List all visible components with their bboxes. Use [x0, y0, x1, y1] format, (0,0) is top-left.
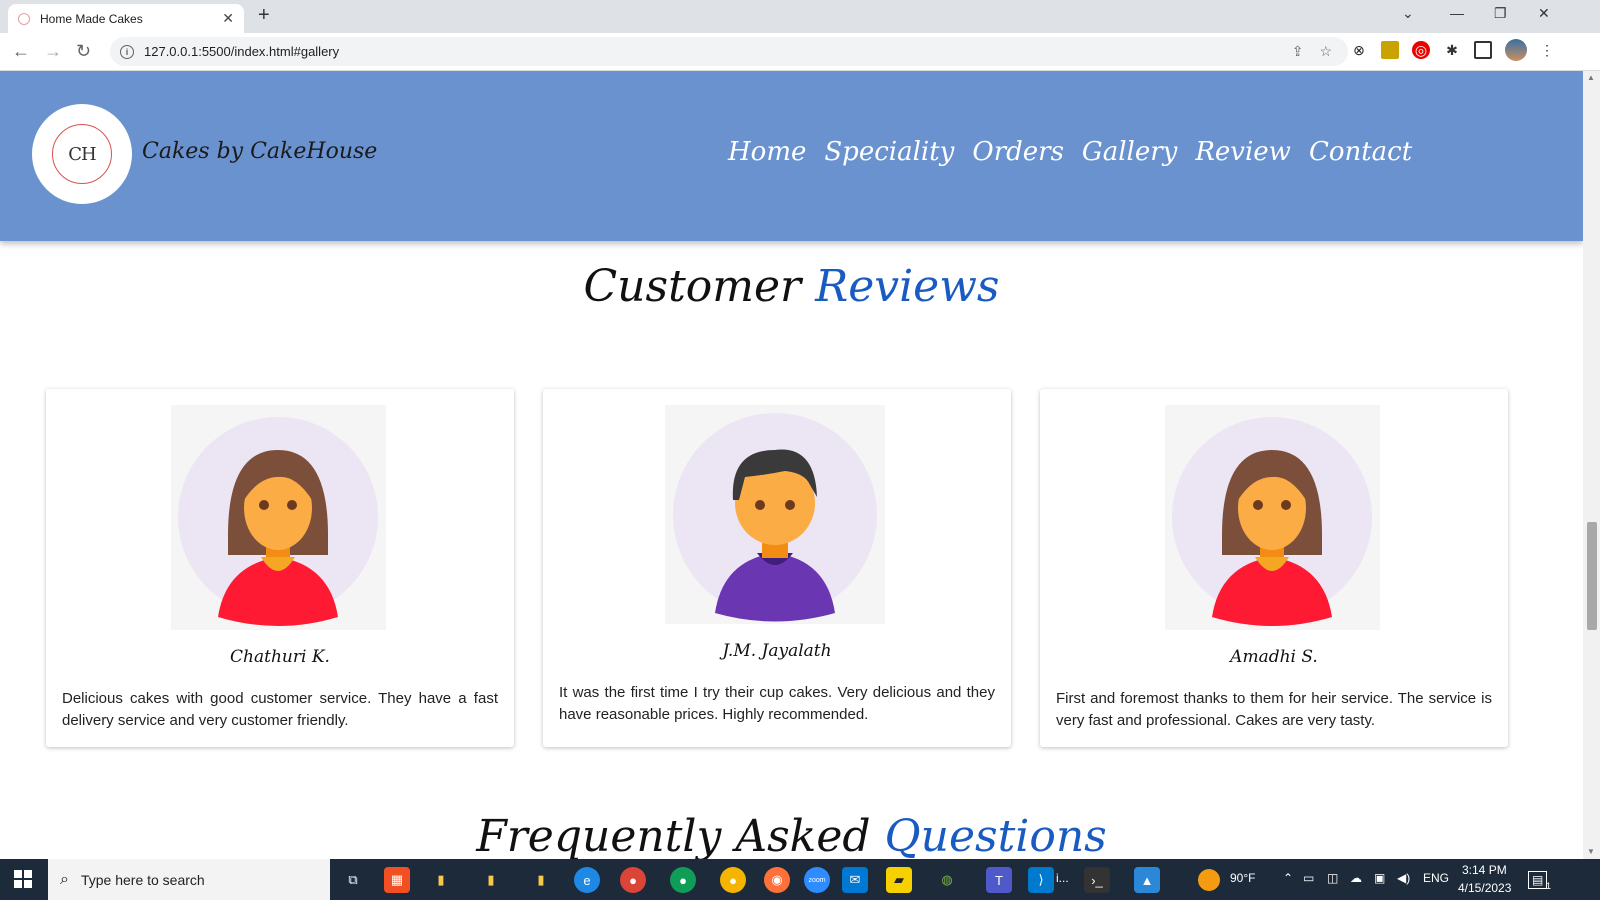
chrome-icon-3[interactable]: ● [720, 867, 746, 893]
faq-heading-main: Frequently Asked [476, 811, 871, 859]
tray-chevron-icon[interactable]: ⌃ [1283, 871, 1293, 885]
battery-icon[interactable]: ▭ [1303, 871, 1314, 885]
review-text: It was the first time I try their cup ca… [559, 684, 995, 723]
nav-gallery[interactable]: Gallery [1082, 137, 1177, 167]
scroll-down-icon[interactable]: ▼ [1587, 847, 1595, 856]
male-avatar-icon [665, 405, 885, 624]
logo-monogram: CH [52, 124, 112, 184]
female-avatar-icon [1165, 405, 1380, 630]
reload-icon[interactable]: ↻ [76, 41, 91, 62]
forward-icon[interactable]: → [44, 41, 62, 62]
back-icon[interactable]: ← [12, 41, 30, 62]
main-nav: Home Speciality Orders Gallery Review Co… [728, 137, 1412, 167]
meet-icon[interactable]: ◫ [1327, 871, 1338, 885]
reviewer-name: Amadhi S. [1230, 647, 1318, 667]
network-icon[interactable]: ▣ [1374, 871, 1385, 885]
review-card: J.M. Jayalath It was the first time I tr… [543, 389, 1011, 747]
review-text: First and foremost thanks to them for he… [1056, 690, 1492, 729]
taskbar-search[interactable]: ⌕ Type here to search [48, 859, 330, 900]
zoom-icon[interactable]: zoom [804, 867, 830, 893]
sticky-notes-icon[interactable]: ▰ [886, 867, 912, 893]
language-indicator[interactable]: ENG [1423, 871, 1449, 885]
weather-temp[interactable]: 90°F [1230, 871, 1255, 885]
review-text: Delicious cakes with good customer servi… [62, 690, 498, 729]
review-card: Amadhi S. First and foremost thanks to t… [1040, 389, 1508, 747]
taskbar-search-placeholder: Type here to search [80, 871, 205, 888]
extensions-puzzle-icon[interactable]: ✱ [1443, 41, 1461, 59]
bookmark-star-icon[interactable]: ☆ [1319, 43, 1332, 60]
close-window-icon[interactable]: ✕ [1538, 5, 1550, 22]
browser-toolbar: ← → ↻ i 127.0.0.1:5500/index.html#galler… [0, 33, 1600, 71]
address-bar[interactable]: i 127.0.0.1:5500/index.html#gallery ⇪ ☆ [110, 37, 1348, 66]
store-icon[interactable]: ▦ [384, 867, 410, 893]
menu-icon[interactable]: ⋮ [1538, 41, 1556, 59]
nav-contact[interactable]: Contact [1309, 137, 1412, 167]
restore-icon[interactable]: ❐ [1494, 5, 1507, 22]
new-tab-button[interactable]: + [258, 4, 270, 27]
side-panel-icon[interactable] [1474, 41, 1492, 59]
edge-icon[interactable]: e [574, 867, 600, 893]
scroll-thumb[interactable] [1587, 522, 1597, 630]
reviews-heading: Customer Reviews [0, 261, 1583, 312]
faq-heading-accent: Questions [884, 811, 1107, 859]
tab-search-icon[interactable]: ⌄ [1402, 5, 1414, 22]
browser-tab-bar: Home Made Cakes ✕ + ⌄ — ❐ ✕ [0, 0, 1600, 33]
share-icon[interactable]: ⇪ [1292, 43, 1304, 60]
scroll-up-icon[interactable]: ▲ [1587, 73, 1595, 82]
mail-icon[interactable]: ✉ [842, 867, 868, 893]
task-view-icon[interactable]: ⧉ [340, 867, 366, 893]
firefox-icon[interactable]: ◉ [764, 867, 790, 893]
windows-taskbar: ⌕ Type here to search ⧉ ▦ ▮ ▮ ▮ e ● ● ● … [0, 859, 1600, 900]
photos-icon[interactable]: ▲ [1134, 867, 1160, 893]
review-card: Chathuri K. Delicious cakes with good cu… [46, 389, 514, 747]
url-text[interactable]: 127.0.0.1:5500/index.html#gallery [144, 44, 1292, 59]
extension-opera-icon[interactable]: ◎ [1412, 41, 1430, 59]
female-avatar-icon [171, 405, 386, 630]
search-icon: ⌕ [60, 870, 69, 888]
reviewer-name: J.M. Jayalath [722, 641, 832, 661]
browser-tab[interactable]: Home Made Cakes ✕ [8, 4, 244, 33]
site-header: CH Cakes by CakeHouse Home Speciality Or… [0, 71, 1583, 241]
clock-time[interactable]: 3:14 PM [1462, 863, 1507, 877]
notification-icon[interactable]: ▤ [1528, 871, 1548, 889]
brand-name[interactable]: Cakes by CakeHouse [142, 139, 377, 164]
weather-icon[interactable] [1198, 869, 1220, 891]
file-explorer-icon-3[interactable]: ▮ [528, 867, 554, 893]
reviewer-name: Chathuri K. [230, 647, 330, 667]
page-scrollbar[interactable]: ▲ ▼ [1583, 71, 1600, 859]
favicon-icon [18, 12, 30, 25]
terminal-icon[interactable]: ›_ [1084, 867, 1110, 893]
extension-folder-icon[interactable] [1381, 41, 1399, 59]
nav-orders[interactable]: Orders [972, 137, 1064, 167]
faq-heading: Frequently Asked Questions [0, 811, 1583, 859]
teams-label: i... [1056, 871, 1069, 885]
windows-start-icon[interactable] [14, 870, 32, 888]
file-explorer-icon-2[interactable]: ▮ [478, 867, 504, 893]
chrome-icon[interactable]: ● [620, 867, 646, 893]
vscode-icon[interactable]: ⟩ [1028, 867, 1054, 893]
nav-review[interactable]: Review [1195, 137, 1291, 167]
tab-title: Home Made Cakes [40, 11, 143, 26]
extension-icon[interactable]: ⊗ [1350, 41, 1368, 59]
onedrive-icon[interactable]: ☁ [1350, 871, 1362, 885]
file-explorer-icon[interactable]: ▮ [428, 867, 454, 893]
nav-home[interactable]: Home [728, 137, 806, 167]
web-page: CH Cakes by CakeHouse Home Speciality Or… [0, 71, 1583, 859]
nav-speciality[interactable]: Speciality [824, 137, 954, 167]
minimize-icon[interactable]: — [1450, 5, 1464, 21]
reviews-heading-accent: Reviews [815, 261, 1000, 312]
chrome-icon-2[interactable]: ● [670, 867, 696, 893]
notification-count: 1 [1546, 881, 1552, 891]
volume-icon[interactable]: ◀) [1397, 871, 1410, 885]
close-tab-icon[interactable]: ✕ [222, 10, 234, 27]
profile-avatar[interactable] [1505, 39, 1527, 61]
clock-date[interactable]: 4/15/2023 [1458, 881, 1511, 895]
teams-icon[interactable]: T [986, 867, 1012, 893]
reviews-heading-main: Customer [583, 261, 802, 312]
site-logo[interactable]: CH [32, 104, 132, 204]
app-icon[interactable]: ◍ [934, 867, 960, 893]
site-info-icon[interactable]: i [120, 44, 134, 59]
